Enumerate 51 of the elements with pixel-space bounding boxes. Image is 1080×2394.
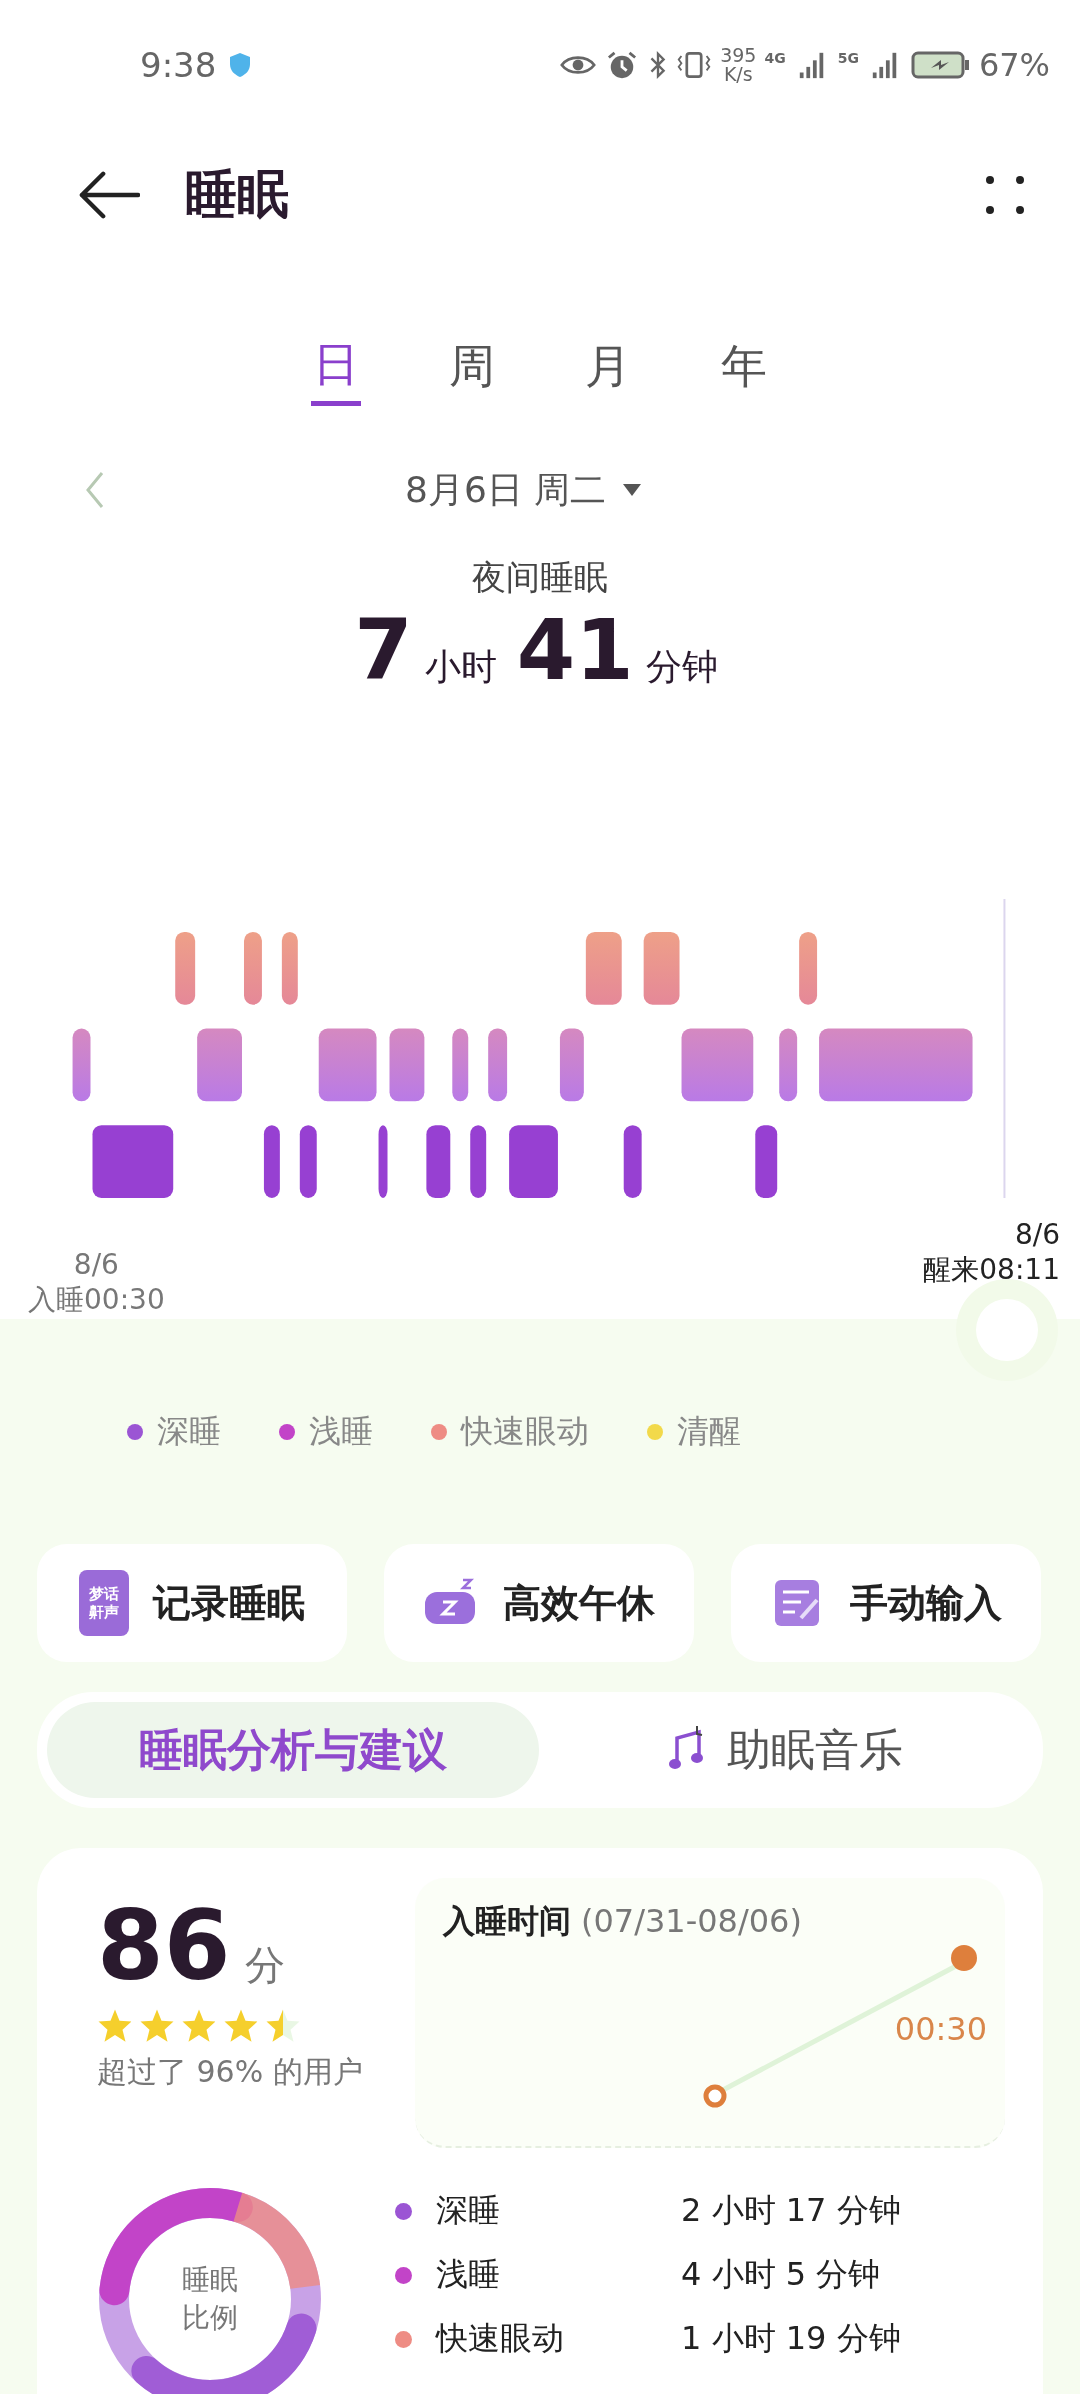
sleep-start-time: 入睡00:30 xyxy=(28,1282,165,1318)
ratio-label: 睡眠 xyxy=(182,2262,238,2298)
vibrate-icon xyxy=(676,50,713,80)
stage-label: 快速眼动 xyxy=(436,2318,565,2359)
legend-label: 深睡 xyxy=(157,1410,221,1452)
legend-label: 浅睡 xyxy=(309,1410,373,1452)
network-type: 4G xyxy=(764,50,786,66)
battery-icon xyxy=(910,50,971,80)
period-tab[interactable]: 年 xyxy=(719,328,769,406)
stage-label: 深睡 xyxy=(436,2190,501,2231)
section-tab[interactable]: 睡眠分析与建议 xyxy=(47,1702,539,1798)
stage-duration: 2 小时 17 分钟 xyxy=(681,2190,901,2231)
sleep-score: 86 xyxy=(97,1898,231,1994)
score-note: 超过了 96% 的用户 xyxy=(97,2053,363,2091)
hours-unit: 小时 xyxy=(424,645,497,689)
legend-label: 快速眼动 xyxy=(461,1410,589,1452)
date-label[interactable]: 8月6日 周二 xyxy=(405,465,607,515)
summary-title: 夜间睡眠 xyxy=(472,556,608,599)
action-button[interactable]: 手动输入 xyxy=(731,1544,1041,1662)
hours-value: 7 xyxy=(354,601,413,699)
start-date: 8/6 xyxy=(73,1248,119,1281)
bedtime-title: 入睡时间 xyxy=(443,1901,571,1942)
bedtime-range: (07/31-08/06) xyxy=(581,1902,802,1940)
section-tab[interactable]: 助眠音乐 xyxy=(539,1702,1033,1798)
network-type: 5G xyxy=(837,50,859,66)
period-tab[interactable]: 周 xyxy=(447,328,497,406)
stage-label: 浅睡 xyxy=(436,2254,501,2295)
action-button[interactable]: 梦话 鼾声 记录睡眠 xyxy=(37,1544,347,1662)
score-unit: 分 xyxy=(244,1941,285,1990)
page-title: 睡眠 xyxy=(185,163,290,226)
end-date: 8/6 xyxy=(1014,1218,1060,1251)
minutes-value: 41 xyxy=(516,601,634,699)
action-button[interactable]: 高效午休 xyxy=(384,1544,694,1662)
legend-label: 清醒 xyxy=(677,1410,741,1452)
network-speed-unit: K/s xyxy=(722,65,754,84)
period-tab[interactable]: 月 xyxy=(583,328,633,406)
clock-time: 9:38 xyxy=(140,45,217,85)
more-icon[interactable] xyxy=(985,175,1025,215)
ratio-label: 比例 xyxy=(182,2300,238,2336)
wake-time: 醒来08:11 xyxy=(923,1252,1060,1288)
back-icon[interactable] xyxy=(78,170,140,220)
stage-duration: 1 小时 19 分钟 xyxy=(681,2318,901,2359)
record-icon: 梦话 鼾声 xyxy=(79,1570,129,1636)
network-speed: 395 xyxy=(720,46,757,65)
latest-bedtime: 00:30 xyxy=(894,2010,987,2048)
minutes-unit: 分钟 xyxy=(645,645,718,689)
battery-percent: 67% xyxy=(978,46,1050,84)
period-tab[interactable]: 日 xyxy=(311,328,361,406)
shield-icon xyxy=(228,52,253,78)
dropdown-icon[interactable] xyxy=(622,483,643,497)
stage-duration: 4 小时 5 分钟 xyxy=(681,2254,881,2295)
